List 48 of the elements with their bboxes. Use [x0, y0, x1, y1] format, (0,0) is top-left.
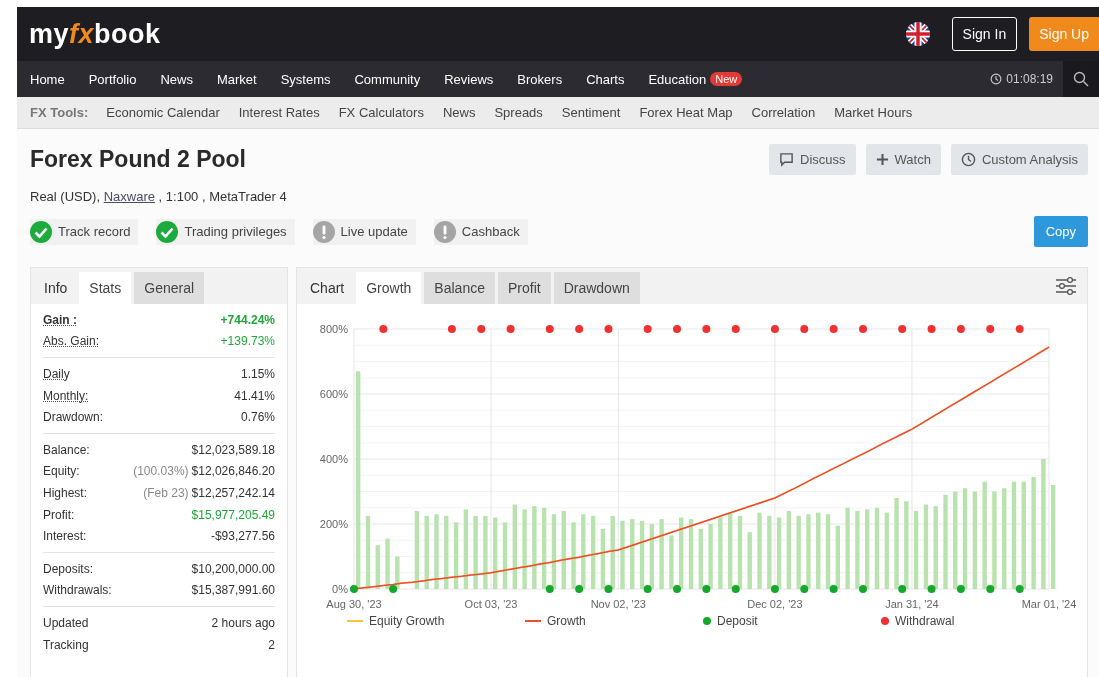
axis-label: Oct 03, '23: [464, 598, 518, 610]
tools-label: FX Tools:: [30, 105, 89, 120]
stat-label: Tracking: [43, 637, 89, 652]
badge-label: Trading privileges: [184, 224, 287, 239]
axis-label: 200%: [319, 518, 348, 530]
stat-label: Withdrawals:: [43, 583, 112, 598]
stat-value: $15,977,205.49: [191, 507, 275, 522]
account-details: Real (USD), Naxware , 1:100 , MetaTrader 4: [30, 189, 288, 204]
stat-label: Drawdown:: [43, 410, 104, 425]
stat-value: 0.76%: [240, 410, 275, 425]
axis-label: 800%: [319, 323, 348, 335]
new-badge: New: [710, 72, 743, 86]
axis-label: Aug 30, '23: [326, 598, 382, 610]
stat-value: 2 hours ago: [211, 615, 275, 630]
stat-value: $12,257,242.14: [191, 485, 275, 500]
stat-value: $12,026,846.20: [191, 464, 275, 479]
stat-note: (100.03%): [133, 464, 189, 479]
stat-label: Deposits:: [43, 561, 94, 576]
stat-label: Profit:: [43, 507, 75, 522]
badge-label: Cashback: [461, 224, 520, 239]
axis-label: Dec 02, '23: [747, 598, 803, 610]
axis-label: Jan 31, '24: [885, 598, 939, 610]
axis-label: 400%: [319, 453, 348, 465]
stat-label: Equity:: [43, 464, 80, 479]
clock-time: 01:08:19: [1006, 72, 1053, 86]
stat-value: +139.73%: [220, 334, 275, 349]
stat-value: 1.15%: [240, 367, 275, 381]
stat-value: $10,200,000.00: [191, 561, 275, 576]
axis-label: 600%: [319, 388, 348, 400]
badge-label: Live update: [340, 224, 408, 239]
stat-value: +744.24%: [220, 312, 275, 327]
stat-label: Balance:: [43, 442, 90, 457]
badge-label: Track record: [58, 224, 131, 239]
stat-label: Interest:: [43, 529, 87, 544]
stat-label: Updated: [43, 615, 89, 630]
page-title: Forex Pound 2 Pool: [30, 146, 246, 173]
axis-label: Mar 01, '24: [1021, 598, 1077, 610]
stat-label: Highest:: [43, 485, 88, 500]
panel-title: Chart: [309, 279, 346, 298]
stat-value: -$93,277.56: [210, 529, 275, 544]
panel-title: Info: [43, 279, 69, 298]
stat-value: $12,023,589.18: [191, 442, 275, 457]
axis-label: 0%: [332, 583, 348, 595]
stat-note: (Feb 23): [143, 485, 189, 500]
stat-value: $15,387,991.60: [191, 583, 275, 598]
stat-value: 41.41%: [234, 388, 275, 403]
axis-label: Nov 02, '23: [590, 598, 646, 610]
stat-value: 2: [268, 637, 275, 652]
